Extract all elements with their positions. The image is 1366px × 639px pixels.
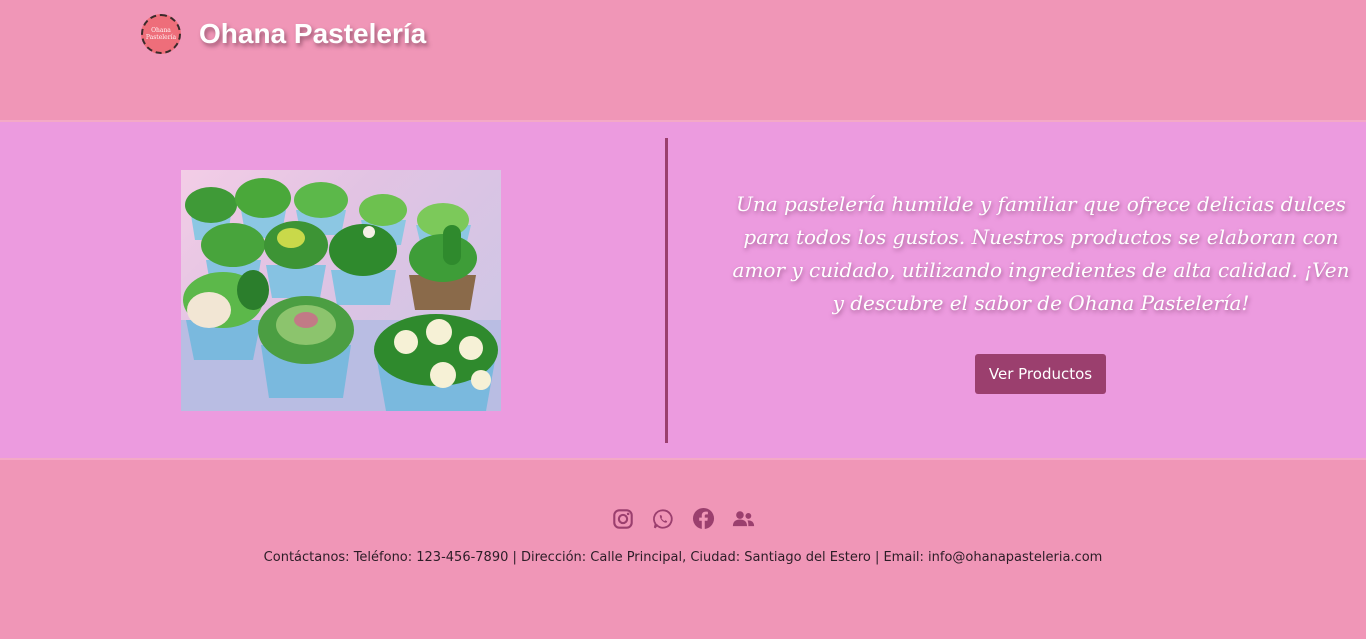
contact-info: Contáctanos: Teléfono: 123-456-7890 | Di… — [263, 550, 1103, 565]
logo-text: Ohana Pastelería — [145, 27, 177, 41]
hero-description: Una pastelería humilde y familiar que of… — [732, 192, 1350, 315]
header: Ohana Pastelería Ohana Pastelería — [0, 0, 1366, 120]
footer: Contáctanos: Teléfono: 123-456-7890 | Di… — [0, 460, 1366, 639]
logo[interactable]: Ohana Pastelería — [141, 14, 181, 54]
whatsapp-icon[interactable] — [652, 507, 675, 530]
vertical-divider — [665, 138, 668, 443]
page: Ohana Pastelería Ohana Pastelería Una pa… — [0, 0, 1366, 639]
cupcakes-illustration — [181, 178, 501, 411]
social-links — [0, 507, 1366, 533]
users-icon[interactable] — [732, 507, 755, 530]
hero-image — [181, 170, 501, 411]
instagram-icon[interactable] — [612, 507, 635, 530]
view-products-button[interactable]: Ver Productos — [975, 354, 1106, 394]
hero-section: Una pastelería humilde y familiar que of… — [0, 120, 1366, 460]
facebook-icon[interactable] — [692, 507, 715, 530]
brand-title[interactable]: Ohana Pastelería — [199, 18, 426, 50]
